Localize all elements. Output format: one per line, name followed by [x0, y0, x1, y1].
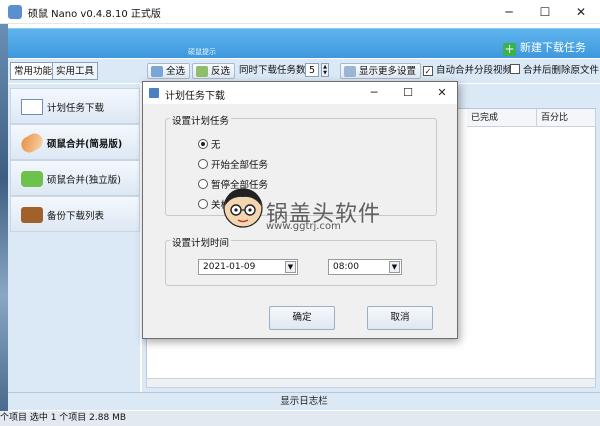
option-label: 无	[211, 140, 221, 151]
schedule-time-group: 设置计划时间 2021-01-09 ▼ 08:00 ▼	[165, 235, 437, 286]
date-value: 2021-01-09	[203, 262, 256, 272]
sidebar-item-scheduled-download[interactable]: 计划任务下载	[10, 88, 140, 124]
sidebar-item-label: 硕鼠合并(简易版)	[47, 139, 123, 150]
app-logo-icon	[8, 5, 22, 19]
window-title: 硕鼠 Nano v0.4.8.10 正式版	[28, 9, 161, 20]
settings-icon	[344, 66, 356, 77]
window-title-bar: 硕鼠 Nano v0.4.8.10 正式版 ─ ☐ ✕	[0, 0, 600, 24]
column-header-percent[interactable]: 百分比	[537, 109, 596, 127]
auto-merge-check-icon[interactable]: ✓	[423, 66, 433, 76]
invert-selection-icon	[196, 66, 208, 77]
more-settings-label: 显示更多设置	[359, 66, 417, 77]
radio-icon[interactable]	[198, 179, 208, 189]
wallet-icon	[21, 207, 43, 223]
schedule-task-group-label: 设置计划任务	[170, 113, 232, 127]
ok-button[interactable]: 确定	[269, 306, 335, 330]
maximize-button[interactable]: ☐	[528, 0, 562, 24]
stepper-arrows-icon[interactable]: ▲ ▼	[321, 63, 329, 77]
radio-icon[interactable]	[198, 159, 208, 169]
toolbar: 常用功能 实用工具 全选 反选 同时下载任务数: 5 ▲ ▼ 显示更多设置 ✓ 自动合…	[8, 59, 600, 83]
dialog-title-bar: 计划任务下载 ─ ☐ ✕	[143, 82, 457, 104]
delete-after-check-icon[interactable]	[510, 64, 520, 74]
radio-icon[interactable]	[198, 199, 208, 209]
time-value: 08:00	[333, 262, 359, 272]
schedule-time-group-label: 设置计划时间	[170, 235, 232, 249]
time-picker[interactable]: 08:00 ▼	[328, 259, 402, 275]
calendar-dropdown-icon[interactable]: ▼	[285, 261, 296, 273]
radio-selected-icon[interactable]	[198, 139, 208, 149]
new-task-label: 新建下载任务	[520, 41, 586, 54]
select-all-button[interactable]: 全选	[147, 63, 191, 79]
concurrent-downloads-label: 同时下载任务数:	[239, 65, 309, 76]
sidebar-item-label: 备份下载列表	[47, 211, 105, 222]
dialog-close-button[interactable]: ✕	[427, 82, 457, 104]
dialog-minimize-button[interactable]: ─	[359, 82, 389, 104]
plus-icon: +	[503, 42, 516, 56]
minimize-button[interactable]: ─	[492, 0, 526, 24]
sidebar-item-merge-standalone[interactable]: 硕鼠合并(独立版)	[10, 160, 140, 196]
tab-tools[interactable]: 实用工具	[52, 62, 99, 80]
sidebar: 计划任务下载 硕鼠合并(简易版) 硕鼠合并(独立版) 备份下载列表	[8, 84, 140, 404]
pill-icon	[18, 130, 46, 156]
dialog-maximize-button[interactable]: ☐	[393, 82, 423, 104]
new-task-button[interactable]: + 新建下载任务	[503, 39, 586, 56]
invert-label: 反选	[211, 66, 231, 77]
cancel-button[interactable]: 取消	[367, 306, 433, 330]
sidebar-item-label: 硕鼠合并(独立版)	[47, 175, 121, 186]
sidebar-item-label: 计划任务下载	[47, 103, 105, 114]
dialog-app-icon	[149, 88, 159, 98]
auto-merge-checkbox[interactable]: ✓ 自动合并分段视频	[423, 63, 512, 79]
log-bar-toggle[interactable]: 显示日志栏	[8, 392, 600, 410]
dialog-title: 计划任务下载	[165, 91, 225, 102]
status-bar: 个项目 选中 1 个项目 2.88 MB	[0, 411, 600, 426]
chevron-down-icon[interactable]: ▼	[389, 261, 400, 273]
more-settings-button[interactable]: 显示更多设置	[340, 63, 422, 79]
select-all-icon	[151, 66, 163, 77]
tab-common[interactable]: 常用功能	[10, 62, 57, 80]
select-all-label: 全选	[166, 66, 186, 77]
option-start-all-radio[interactable]: 开始全部任务	[198, 157, 268, 171]
watermark-url: www.ggtrj.com	[266, 221, 341, 232]
horizontal-scrollbar[interactable]	[146, 378, 596, 388]
sidebar-item-backup-list[interactable]: 备份下载列表	[10, 196, 140, 232]
watermark-avatar-icon	[223, 188, 263, 228]
desktop-background-strip	[0, 24, 8, 411]
delete-after-merge-checkbox[interactable]: 合并后删除原文件	[510, 63, 599, 79]
auto-merge-label: 自动合并分段视频	[436, 65, 513, 76]
banner-text: 硕鼠提示	[188, 48, 216, 56]
close-button[interactable]: ✕	[564, 0, 598, 24]
header-banner: 硕鼠提示 + 新建下载任务	[8, 28, 600, 58]
delete-after-label: 合并后删除原文件	[523, 65, 600, 76]
concurrent-downloads-value[interactable]: 5	[305, 63, 319, 77]
window-icon	[21, 99, 43, 115]
option-label: 开始全部任务	[211, 160, 269, 171]
sidebar-item-merge-simple[interactable]: 硕鼠合并(简易版)	[10, 124, 140, 160]
invert-selection-button[interactable]: 反选	[192, 63, 236, 79]
column-header-completed[interactable]: 已完成	[467, 109, 537, 127]
puzzle-icon	[21, 171, 43, 187]
option-none-radio[interactable]: 无	[198, 137, 221, 151]
concurrent-downloads-stepper[interactable]: 5 ▲ ▼	[303, 63, 329, 79]
date-picker[interactable]: 2021-01-09 ▼	[198, 259, 298, 275]
